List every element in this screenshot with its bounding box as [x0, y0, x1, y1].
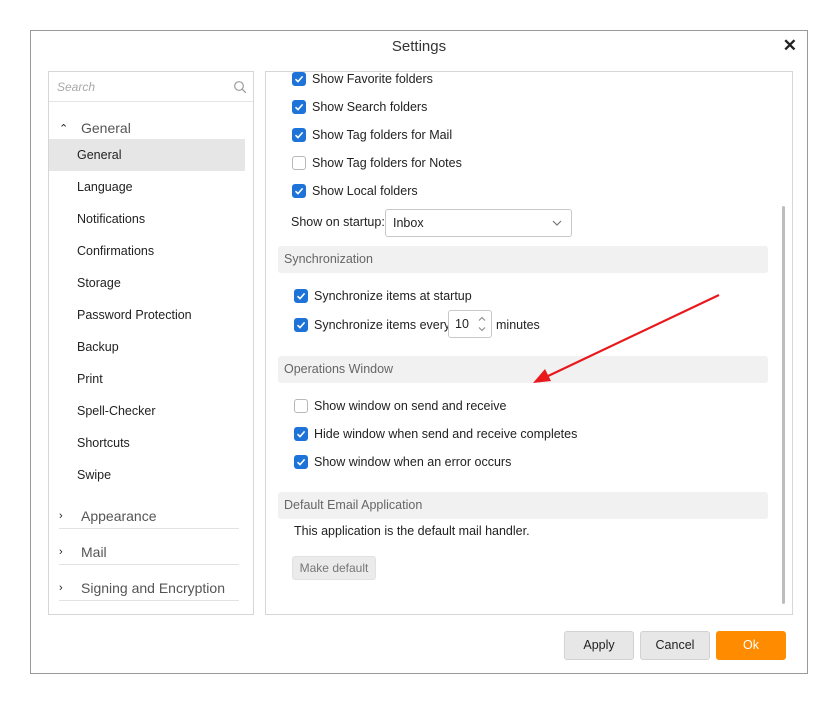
option-sync-every[interactable]: Synchronize items every	[294, 315, 450, 335]
option-label: Show Local folders	[312, 184, 418, 198]
sync-interval-value[interactable]: 10	[455, 317, 469, 331]
sync-interval-unit: minutes	[496, 318, 540, 332]
checkbox[interactable]	[292, 156, 306, 170]
sync-interval-stepper[interactable]: 10	[448, 310, 492, 338]
option-show-local-folders[interactable]: Show Local folders	[292, 181, 418, 201]
section-header-synchronization: Synchronization	[278, 246, 768, 273]
sidebar: ⌃ General General Language Notifications…	[48, 71, 254, 615]
chevron-right-icon: ›	[59, 582, 63, 594]
check-icon	[294, 187, 304, 195]
search-input[interactable]	[55, 79, 229, 95]
startup-folder-value: Inbox	[393, 216, 424, 230]
sidebar-item-confirmations[interactable]: Confirmations	[49, 235, 245, 267]
option-label: Synchronize items every	[314, 318, 451, 332]
checkbox[interactable]	[294, 427, 308, 441]
check-icon	[296, 321, 306, 329]
option-label: Show window on send and receive	[314, 399, 507, 413]
sidebar-item-swipe[interactable]: Swipe	[49, 459, 245, 491]
option-show-window-error[interactable]: Show window when an error occurs	[294, 452, 511, 472]
sidebar-item-print[interactable]: Print	[49, 363, 245, 395]
check-icon	[294, 75, 304, 83]
group-label: Signing and Encryption	[81, 580, 225, 596]
sidebar-item-language[interactable]: Language	[49, 171, 245, 203]
option-label: Show Tag folders for Notes	[312, 156, 462, 170]
checkbox[interactable]	[294, 399, 308, 413]
option-show-tag-folders-mail[interactable]: Show Tag folders for Mail	[292, 125, 452, 145]
option-label: Show window when an error occurs	[314, 455, 512, 469]
option-label: Show Tag folders for Mail	[312, 128, 453, 142]
chevron-down-icon	[552, 220, 562, 226]
apply-button[interactable]: Apply	[564, 631, 634, 660]
startup-label: Show on startup:	[291, 215, 385, 229]
checkbox[interactable]	[292, 100, 306, 114]
divider	[59, 564, 239, 565]
group-label: General	[81, 120, 131, 136]
option-sync-at-startup[interactable]: Synchronize items at startup	[294, 286, 472, 306]
search-box	[49, 72, 253, 102]
check-icon	[294, 103, 304, 111]
divider	[59, 600, 239, 601]
checkbox[interactable]	[294, 318, 308, 332]
check-icon	[296, 458, 306, 466]
group-label: Appearance	[81, 508, 157, 524]
chevron-up-icon[interactable]	[477, 314, 487, 324]
group-mail[interactable]: › Mail	[59, 542, 107, 562]
startup-folder-select[interactable]: Inbox	[385, 209, 572, 237]
group-appearance[interactable]: › Appearance	[59, 506, 157, 526]
option-label: Hide window when send and receive comple…	[314, 427, 578, 441]
check-icon	[296, 430, 306, 438]
settings-window: Settings ✕ ⌃ General General Language No…	[30, 30, 808, 674]
close-icon[interactable]: ✕	[783, 36, 797, 56]
chevron-up-icon: ⌃	[59, 122, 69, 135]
checkbox[interactable]	[292, 72, 306, 86]
option-label: Show Favorite folders	[312, 72, 433, 86]
scrollbar[interactable]	[781, 206, 787, 604]
chevron-right-icon: ›	[59, 510, 63, 522]
option-show-tag-folders-notes[interactable]: Show Tag folders for Notes	[292, 153, 462, 173]
settings-content: Show Favorite folders Show Search folder…	[265, 71, 793, 615]
group-label: Mail	[81, 544, 107, 560]
sidebar-item-backup[interactable]: Backup	[49, 331, 245, 363]
scrollbar-thumb[interactable]	[782, 206, 785, 604]
section-header-default-email: Default Email Application	[278, 492, 768, 519]
make-default-button[interactable]: Make default	[292, 556, 376, 580]
checkbox[interactable]	[292, 128, 306, 142]
default-handler-text: This application is the default mail han…	[294, 524, 530, 538]
sidebar-item-storage[interactable]: Storage	[49, 267, 245, 299]
check-icon	[296, 292, 306, 300]
section-header-operations-window: Operations Window	[278, 356, 768, 383]
sidebar-item-password-protection[interactable]: Password Protection	[49, 299, 245, 331]
group-general[interactable]: ⌃ General	[59, 118, 131, 138]
check-icon	[294, 131, 304, 139]
ok-button[interactable]: Ok	[716, 631, 786, 660]
checkbox[interactable]	[292, 184, 306, 198]
option-label: Synchronize items at startup	[314, 289, 472, 303]
window-title: Settings	[391, 38, 447, 55]
option-show-search-folders[interactable]: Show Search folders	[292, 97, 427, 117]
option-show-favorite-folders[interactable]: Show Favorite folders	[292, 72, 433, 89]
sidebar-item-spell-checker[interactable]: Spell-Checker	[49, 395, 245, 427]
divider	[59, 528, 239, 529]
search-icon[interactable]	[233, 80, 247, 94]
checkbox[interactable]	[294, 455, 308, 469]
chevron-right-icon: ›	[59, 546, 63, 558]
sidebar-item-general[interactable]: General	[49, 139, 245, 171]
option-hide-window-complete[interactable]: Hide window when send and receive comple…	[294, 424, 577, 444]
option-show-window-send-receive[interactable]: Show window on send and receive	[294, 396, 506, 416]
chevron-down-icon[interactable]	[477, 324, 487, 334]
group-signing-encryption[interactable]: › Signing and Encryption	[59, 578, 225, 598]
checkbox[interactable]	[294, 289, 308, 303]
sidebar-item-notifications[interactable]: Notifications	[49, 203, 245, 235]
option-label: Show Search folders	[312, 100, 428, 114]
cancel-button[interactable]: Cancel	[640, 631, 710, 660]
sidebar-item-shortcuts[interactable]: Shortcuts	[49, 427, 245, 459]
